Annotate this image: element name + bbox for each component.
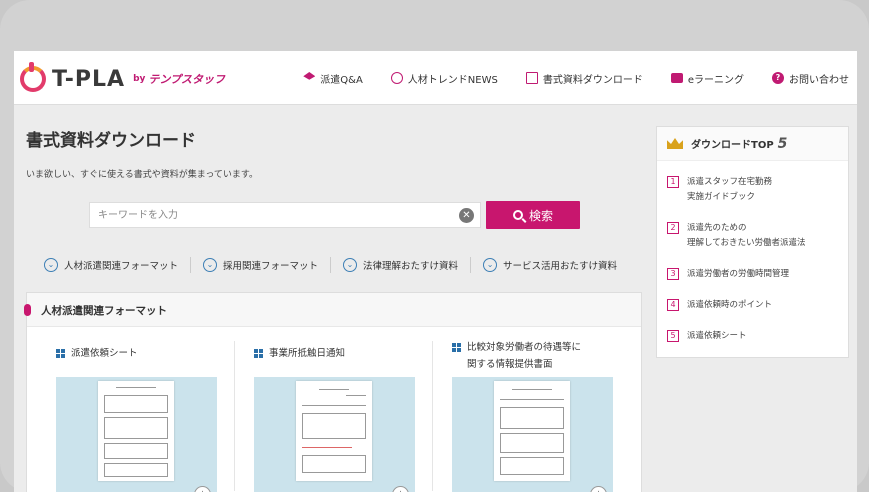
- category-label: 人材派遣関連フォーマット: [64, 261, 179, 272]
- divider: [432, 341, 433, 491]
- download-card[interactable]: 派遣依頼シート +: [56, 327, 256, 492]
- document-preview: [494, 381, 570, 481]
- category-label: 採用関連フォーマット: [223, 261, 319, 272]
- ranking-item-label: 理解しておきたい労働者派遣法: [687, 238, 806, 248]
- card-title-line: 派遣依頼シート: [71, 348, 138, 359]
- logo-brand: テンプスタッフ: [148, 73, 226, 86]
- card-thumbnail[interactable]: +: [452, 377, 613, 492]
- chevron-down-icon: ⌄: [483, 258, 498, 272]
- check-circle-icon: [390, 72, 403, 84]
- page-title: 書式資料ダウンロード: [26, 131, 196, 151]
- logo-text: T-PLA: [52, 66, 126, 92]
- card-thumbnail[interactable]: +: [56, 377, 217, 492]
- rank-number: 5: [667, 330, 679, 342]
- divider: [330, 257, 332, 273]
- clear-icon[interactable]: ✕: [459, 208, 474, 223]
- zoom-icon[interactable]: +: [392, 486, 409, 492]
- ranking-item-label: 派遣スタッフ在宅勤務: [687, 177, 773, 187]
- ranking-header: ダウンロードTOP 5: [657, 127, 848, 161]
- nav-label: 書式資料ダウンロード: [542, 74, 643, 86]
- search-button-label: 検索: [528, 208, 553, 223]
- main-content: 書式資料ダウンロード いま欲しい、すぐに使える書式や資料が集まっています。 ✕ …: [14, 106, 857, 492]
- chevron-down-icon: ⌄: [44, 258, 58, 272]
- page-description: いま欲しい、すぐに使える書式や資料が集まっています。: [26, 170, 259, 180]
- download-card[interactable]: 事業所抵触日通知 +: [254, 327, 454, 492]
- card-title-line: 事業所抵触日通知: [269, 348, 346, 359]
- rank-number: 2: [667, 222, 679, 234]
- section-header: 人材派遣関連フォーマット: [24, 293, 641, 327]
- site-header: T-PLA by テンプスタッフ 派遣Q&A 人材トレンドNEWS 書式資料ダウ…: [14, 51, 857, 105]
- question-icon: ?: [772, 72, 784, 84]
- logo-mark-icon: [20, 62, 46, 92]
- rank-number: 1: [667, 176, 679, 188]
- search-icon: [512, 210, 523, 220]
- card-thumbnail[interactable]: +: [254, 377, 415, 492]
- ranking-item[interactable]: 2 派遣先のための理解しておきたい労働者派遣法: [667, 221, 806, 251]
- rank-number: 4: [667, 299, 679, 311]
- category-label: 法律理解おたすけ資料: [363, 261, 459, 272]
- category-label: サービス活用おたすけ資料: [503, 261, 618, 272]
- category-link-horitsu[interactable]: ⌄ 法律理解おたすけ資料: [343, 258, 458, 272]
- nav-item-elearning[interactable]: eラーニング: [670, 71, 744, 86]
- ranking-item[interactable]: 5 派遣依頼シート: [667, 329, 747, 344]
- category-links: ⌄ 人材派遣関連フォーマット ⌄ 採用関連フォーマット ⌄ 法律理解おたすけ資料…: [44, 257, 617, 273]
- section-title: 人材派遣関連フォーマット: [41, 305, 167, 317]
- ranking-item[interactable]: 3 派遣労働者の労働時間管理: [667, 267, 789, 282]
- grid-icon: [56, 349, 65, 358]
- category-link-saiyo[interactable]: ⌄ 採用関連フォーマット: [203, 258, 318, 272]
- zoom-icon[interactable]: +: [194, 486, 211, 492]
- divider: [190, 257, 192, 273]
- ranking-item-label: 派遣依頼シート: [687, 331, 747, 341]
- ranking-item[interactable]: 4 派遣依頼時のポイント: [667, 298, 772, 313]
- grid-icon: [452, 343, 461, 352]
- rank-number: 3: [667, 268, 679, 280]
- category-link-service[interactable]: ⌄ サービス活用おたすけ資料: [483, 258, 617, 272]
- logo-by: by: [133, 74, 146, 84]
- ranking-item-label: 実施ガイドブック: [687, 192, 756, 202]
- nav-label: お問い合わせ: [789, 74, 849, 86]
- nav-label: eラーニング: [687, 74, 744, 86]
- search-button[interactable]: 検索: [486, 201, 580, 229]
- graduation-cap-icon: [303, 72, 316, 80]
- books-icon: [670, 73, 683, 83]
- chevron-down-icon: ⌄: [343, 258, 358, 272]
- format-section: 人材派遣関連フォーマット 派遣依頼シート +: [24, 292, 642, 492]
- ranking-item-label: 派遣先のための: [687, 223, 747, 233]
- card-title-line: 比較対象労働者の待遇等に: [467, 342, 582, 353]
- nav-label: 人材トレンドNEWS: [407, 74, 498, 86]
- document-preview: [98, 381, 174, 481]
- site-logo[interactable]: T-PLA by テンプスタッフ: [20, 62, 226, 93]
- ranking-item[interactable]: 1 派遣スタッフ在宅勤務 実施ガイドブック: [667, 175, 772, 205]
- card-title[interactable]: 派遣依頼シート: [56, 345, 138, 362]
- browser-viewport: T-PLA by テンプスタッフ 派遣Q&A 人材トレンドNEWS 書式資料ダウ…: [14, 51, 857, 492]
- ranking-item-label: 派遣労働者の労働時間管理: [687, 269, 790, 279]
- nav-item-download[interactable]: 書式資料ダウンロード: [525, 71, 643, 86]
- nav-item-contact[interactable]: ? お問い合わせ: [772, 71, 849, 86]
- nav-item-qa[interactable]: 派遣Q&A: [303, 71, 363, 86]
- card-title[interactable]: 事業所抵触日通知: [254, 345, 345, 362]
- document-download-icon: [525, 72, 538, 84]
- ranking-item-label: 派遣依頼時のポイント: [687, 300, 773, 310]
- chevron-down-icon: ⌄: [203, 258, 218, 272]
- divider: [470, 257, 472, 273]
- category-link-haken[interactable]: ⌄ 人材派遣関連フォーマット: [44, 258, 178, 272]
- ranking-title-number: 5: [777, 135, 788, 152]
- card-title-line: 関する情報提供書面: [467, 359, 553, 370]
- card-title[interactable]: 比較対象労働者の待遇等に 関する情報提供書面: [452, 339, 581, 373]
- divider: [234, 341, 235, 491]
- document-preview: [296, 381, 372, 481]
- crown-icon: [667, 138, 683, 149]
- nav-label: 派遣Q&A: [320, 74, 363, 86]
- zoom-icon[interactable]: +: [590, 486, 607, 492]
- ranking-sidebar: ダウンロードTOP 5 1 派遣スタッフ在宅勤務 実施ガイドブック 2 派遣先のた…: [656, 126, 849, 358]
- grid-icon: [254, 349, 263, 358]
- ranking-title: ダウンロードTOP: [691, 140, 774, 151]
- search-input[interactable]: [90, 203, 455, 227]
- search-box: ✕: [89, 202, 481, 228]
- download-card[interactable]: 比較対象労働者の待遇等に 関する情報提供書面 +: [452, 327, 652, 492]
- nav-item-news[interactable]: 人材トレンドNEWS: [390, 71, 498, 86]
- main-nav: 派遣Q&A 人材トレンドNEWS 書式資料ダウンロード eラーニング ? お問い…: [303, 51, 857, 105]
